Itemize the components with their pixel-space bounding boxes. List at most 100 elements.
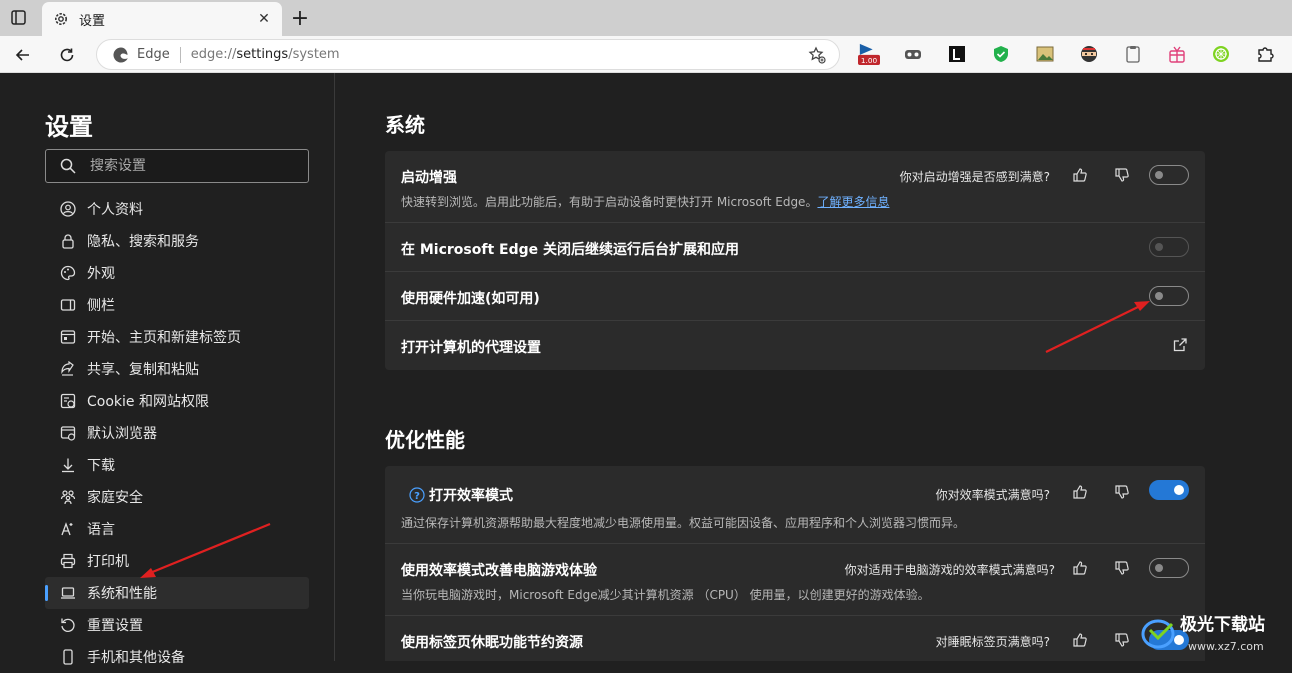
setting-title: 在 Microsoft Edge 关闭后继续运行后台扩展和应用 [401, 242, 740, 258]
learn-more-link[interactable]: 了解更多信息 [817, 195, 889, 209]
sidebar-item-default-browser[interactable]: 默认浏览器 [45, 417, 309, 449]
svg-text:www.xz7.com: www.xz7.com [1188, 640, 1264, 653]
sidebar-item-label: 家庭安全 [87, 490, 143, 506]
sidebar-item-label: 语言 [87, 522, 115, 538]
feedback-question: 对睡眠标签页满意吗? [935, 635, 1050, 649]
site-label: Edge [137, 47, 170, 62]
download-icon [59, 456, 77, 474]
extension-lime-icon[interactable] [1210, 43, 1232, 65]
extension-ninja-icon[interactable] [1078, 43, 1100, 65]
address-bar[interactable]: Edge edge://settings/system [96, 39, 840, 70]
sidebar-item-languages[interactable]: 语言 [45, 513, 309, 545]
external-link-icon[interactable] [1171, 336, 1189, 354]
extension-speed-icon[interactable]: 1.00 [858, 43, 880, 65]
setting-row-background-extensions: 在 Microsoft Edge 关闭后继续运行后台扩展和应用 [385, 223, 1205, 272]
sidebar-item-cookies[interactable]: Cookie 和网站权限 [45, 385, 309, 417]
search-input[interactable] [90, 158, 290, 174]
settings-content: 系统 启动增强 快速转到浏览。启用此功能后，有助于启动设备时更快打开 Micro… [336, 73, 1292, 661]
thumbs-up-icon[interactable] [1071, 483, 1089, 501]
sidebar-item-label: 打印机 [87, 554, 129, 570]
sidebar-item-appearance[interactable]: 外观 [45, 257, 309, 289]
thumbs-down-icon[interactable] [1113, 631, 1131, 649]
sidebar-item-privacy[interactable]: 隐私、搜索和服务 [45, 225, 309, 257]
profile-icon [59, 200, 77, 218]
thumbs-up-icon[interactable] [1071, 166, 1089, 184]
sidebar-item-label: 个人资料 [87, 202, 143, 218]
startup-boost-toggle[interactable] [1149, 165, 1189, 185]
settings-sidebar: 设置 个人资料 隐私、搜索和服务 外观 侧栏 开始、主页和新建标签页 共享、复制… [0, 73, 335, 666]
thumbs-up-icon[interactable] [1071, 631, 1089, 649]
sidebar-title: 设置 [45, 113, 93, 141]
section-title-system: 系统 [385, 113, 425, 137]
svg-text:1.00: 1.00 [861, 56, 878, 65]
svg-text:极光下载站: 极光下载站 [1180, 614, 1265, 635]
feedback-question: 你对启动增强是否感到满意? [899, 170, 1050, 184]
sidebar-item-label: 系统和性能 [87, 586, 157, 602]
extension-shield-icon[interactable] [990, 43, 1012, 65]
sidebar-item-profile[interactable]: 个人资料 [45, 193, 309, 225]
sidebar-item-system-performance[interactable]: 系统和性能 [45, 577, 309, 609]
sidebar-item-label: 开始、主页和新建标签页 [87, 330, 241, 346]
efficiency-mode-toggle[interactable] [1149, 480, 1189, 500]
setting-row-efficiency-mode: ? 打开效率模式 通过保存计算机资源帮助最大程度地减少电源使用量。权益可能因设备、… [385, 466, 1205, 544]
language-icon [59, 520, 77, 538]
share-icon [59, 360, 77, 378]
help-icon[interactable]: ? [409, 487, 425, 503]
reset-icon [59, 616, 77, 634]
setting-title: 使用标签页休眠功能节约资源 [401, 635, 583, 651]
svg-text:?: ? [414, 491, 420, 502]
sidebar-item-label: Cookie 和网站权限 [87, 394, 209, 410]
refresh-icon[interactable] [54, 42, 80, 68]
setting-row-proxy[interactable]: 打开计算机的代理设置 [385, 321, 1205, 370]
sidebar-item-share[interactable]: 共享、复制和粘贴 [45, 353, 309, 385]
hardware-acceleration-toggle[interactable] [1149, 286, 1189, 306]
thumbs-down-icon[interactable] [1113, 559, 1131, 577]
sidebar-icon [59, 296, 77, 314]
settings-search[interactable] [45, 149, 309, 183]
add-favorite-icon[interactable] [807, 45, 827, 65]
tab-actions-icon[interactable] [8, 8, 30, 28]
url-text[interactable]: edge://settings/system [191, 47, 807, 62]
extensions-puzzle-icon[interactable] [1254, 43, 1276, 65]
setting-title: 使用效率模式改善电脑游戏体验 [401, 563, 597, 579]
back-icon[interactable] [10, 42, 36, 68]
palette-icon [59, 264, 77, 282]
system-card: 启动增强 快速转到浏览。启用此功能后，有助于启动设备时更快打开 Microsof… [385, 151, 1205, 370]
thumbs-up-icon[interactable] [1071, 559, 1089, 577]
watermark-logo: 极光下载站 www.xz7.com [1140, 608, 1290, 658]
sidebar-item-family[interactable]: 家庭安全 [45, 481, 309, 513]
new-tab-button[interactable]: + [288, 6, 312, 31]
sidebar-item-label: 下载 [87, 458, 115, 474]
sidebar-item-start-home[interactable]: 开始、主页和新建标签页 [45, 321, 309, 353]
sidebar-item-printers[interactable]: 打印机 [45, 545, 309, 577]
setting-row-hardware-acceleration: 使用硬件加速(如可用) [385, 272, 1205, 321]
setting-title: 使用硬件加速(如可用) [401, 291, 540, 307]
setting-title: ? 打开效率模式 [409, 485, 513, 505]
background-extensions-toggle[interactable] [1149, 237, 1189, 257]
sidebar-item-phone[interactable]: 手机和其他设备 [45, 641, 309, 673]
sidebar-item-downloads[interactable]: 下载 [45, 449, 309, 481]
setting-description: 通过保存计算机资源帮助最大程度地减少电源使用量。权益可能因设备、应用程序和个人浏… [401, 516, 966, 530]
search-icon [60, 158, 76, 174]
extension-image-icon[interactable] [1034, 43, 1056, 65]
close-tab-icon[interactable]: ✕ [254, 9, 274, 29]
performance-card: ? 打开效率模式 通过保存计算机资源帮助最大程度地减少电源使用量。权益可能因设备、… [385, 466, 1205, 661]
omnibox-divider [179, 46, 181, 63]
setting-description: 快速转到浏览。启用此功能后，有助于启动设备时更快打开 Microsoft Edg… [401, 195, 890, 209]
thumbs-down-icon[interactable] [1113, 166, 1131, 184]
browser-icon [59, 424, 77, 442]
setting-title: 启动增强 [401, 170, 457, 186]
toolbar: Edge edge://settings/system 1.00 [0, 36, 1292, 73]
thumbs-down-icon[interactable] [1113, 483, 1131, 501]
extension-clipboard-icon[interactable] [1122, 43, 1144, 65]
tab-settings[interactable]: 设置 ✕ [42, 2, 282, 36]
lock-icon [59, 232, 77, 250]
sidebar-item-reset[interactable]: 重置设置 [45, 609, 309, 641]
extension-gift-icon[interactable] [1166, 43, 1188, 65]
extension-glasses-icon[interactable] [902, 43, 924, 65]
sidebar-item-sidebar[interactable]: 侧栏 [45, 289, 309, 321]
tab-strip: 设置 ✕ + [0, 0, 1292, 36]
extension-box-icon[interactable] [946, 43, 968, 65]
gaming-efficiency-toggle[interactable] [1149, 558, 1189, 578]
feedback-question: 你对适用于电脑游戏的效率模式满意吗? [844, 563, 1055, 577]
